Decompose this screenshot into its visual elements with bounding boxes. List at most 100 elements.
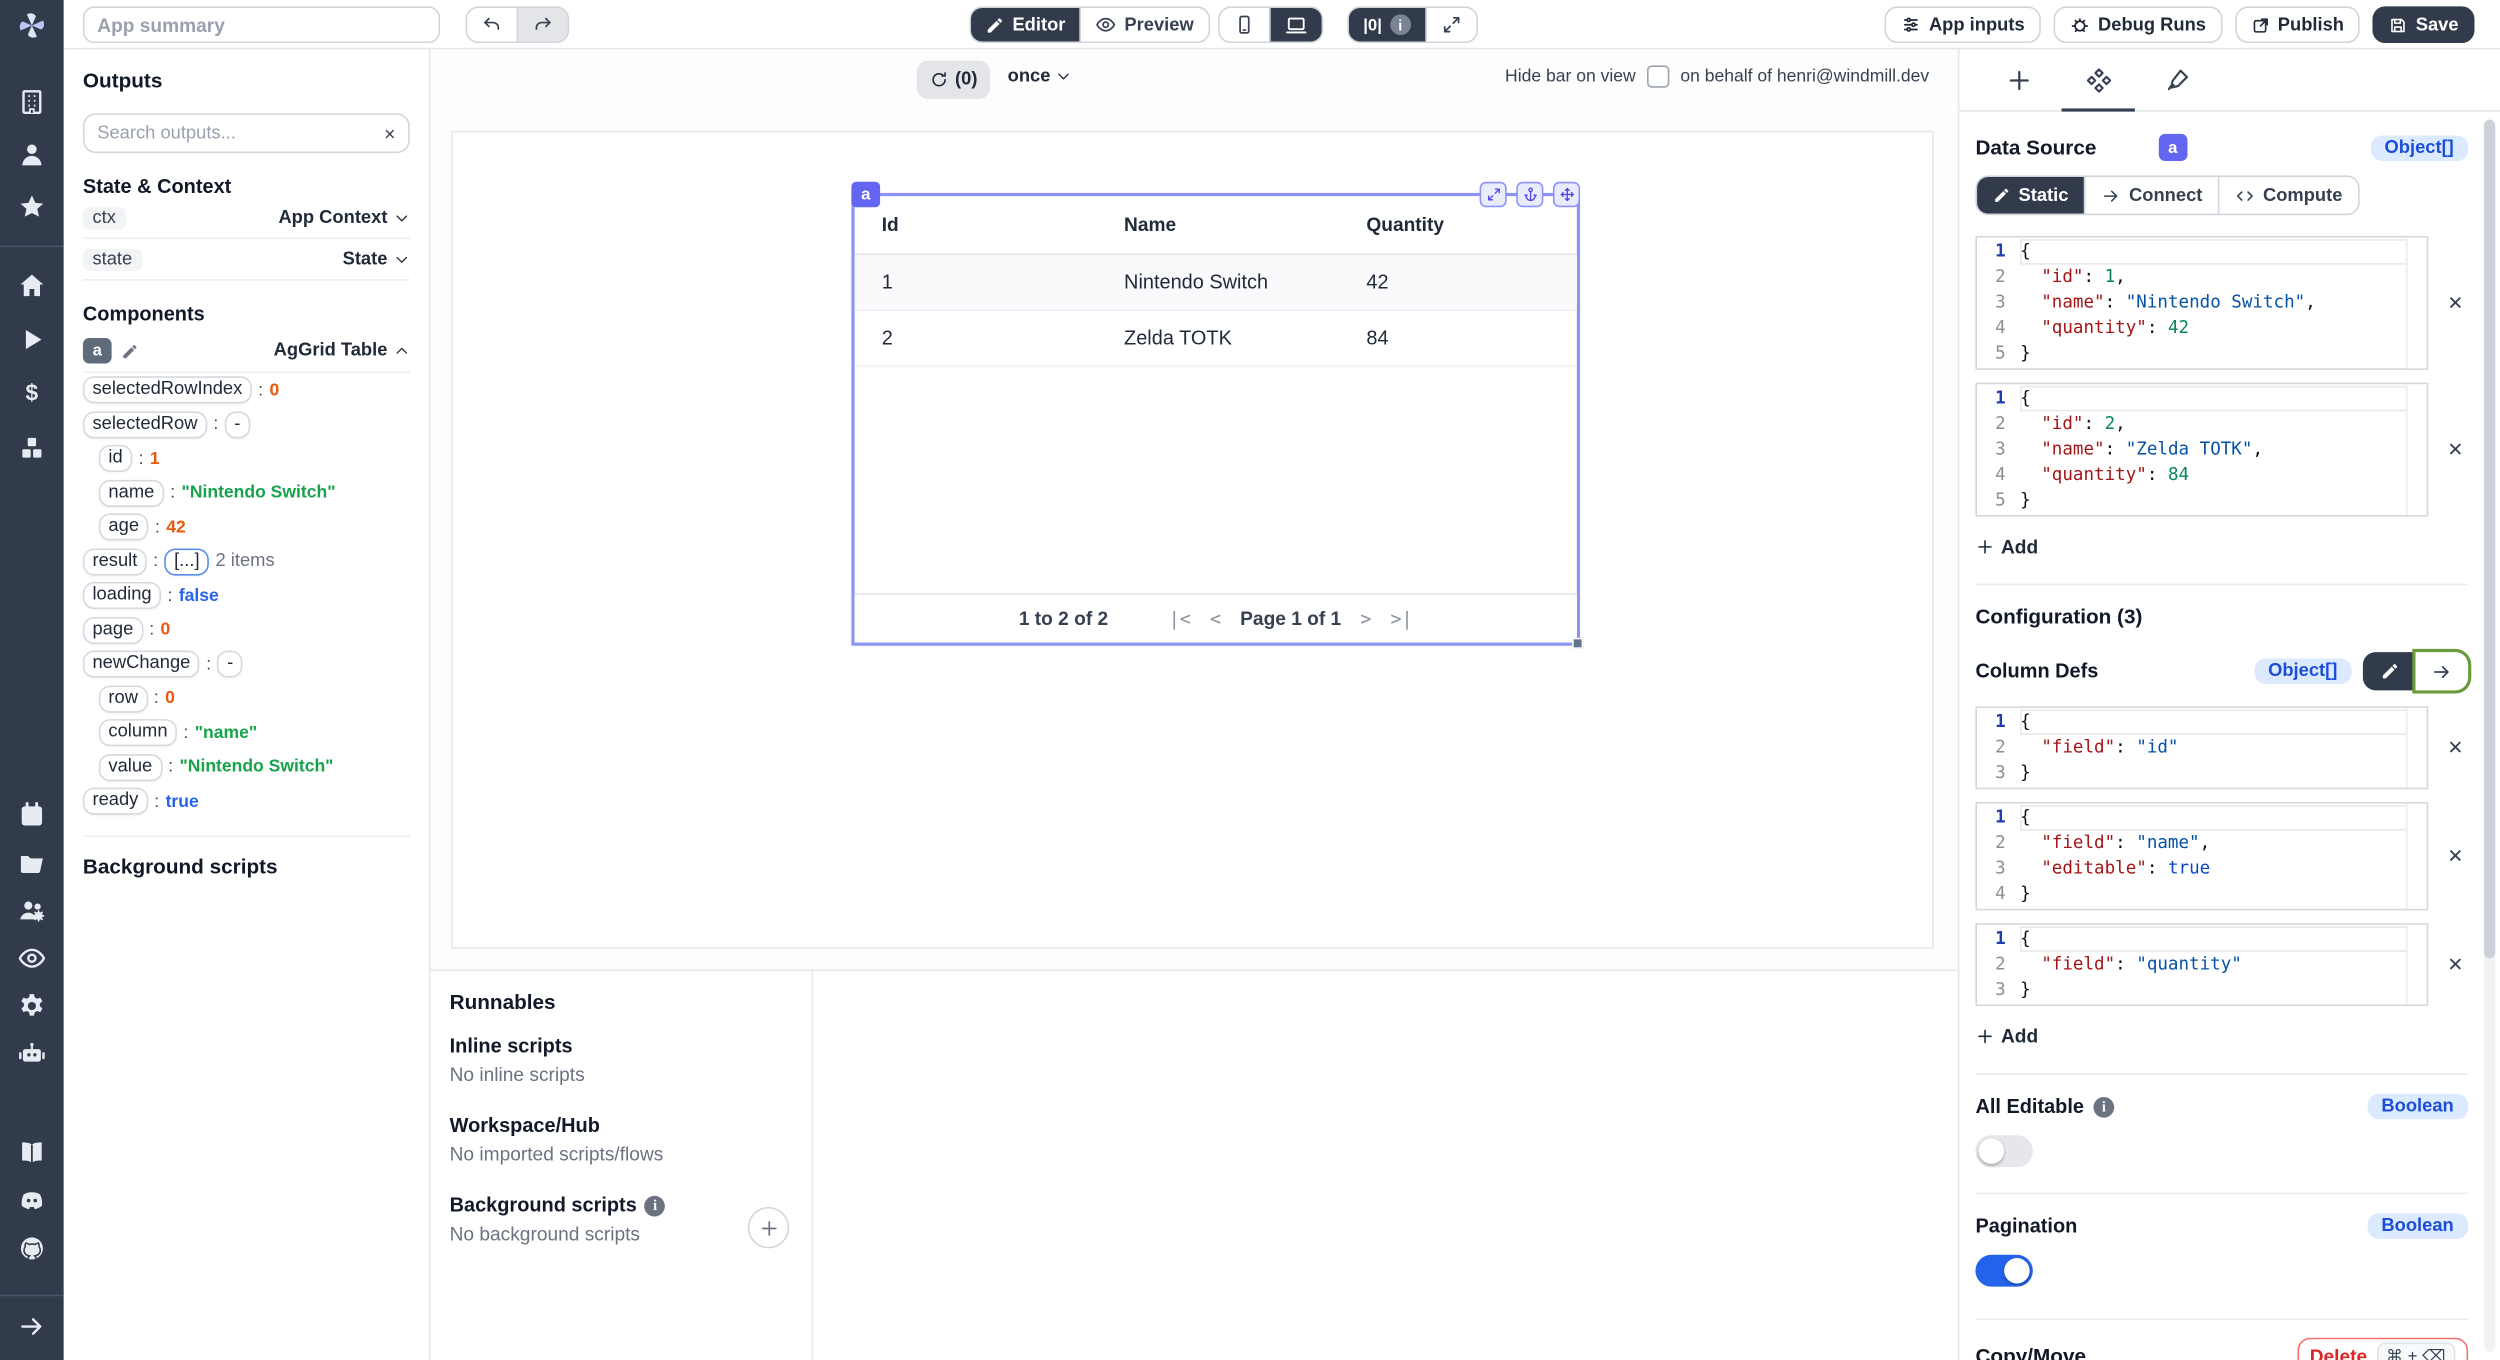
column-def-editor-2[interactable]: 1{2 "field": "name",3 "editable": true4} (1975, 802, 2428, 910)
delete-row-icon[interactable]: ✕ (2443, 292, 2469, 314)
output-key-pill[interactable]: row (99, 685, 148, 712)
delete-column-def-icon[interactable]: ✕ (2443, 845, 2469, 867)
output-key-pill[interactable]: loading (83, 582, 161, 609)
context-expand-toggle[interactable]: App Context (278, 208, 409, 227)
output-key-pill[interactable]: value (99, 754, 162, 781)
rail-building-icon[interactable] (14, 85, 49, 120)
first-page-button[interactable]: |< (1169, 607, 1191, 629)
editor-tab[interactable]: Editor (971, 8, 1080, 41)
output-key-pill[interactable]: ready (83, 788, 148, 815)
all-editable-toggle[interactable] (1975, 1135, 2032, 1167)
context-expand-toggle[interactable]: State (343, 250, 410, 269)
output-key-pill[interactable]: selectedRow (83, 411, 207, 438)
column-def-editor-1[interactable]: 1{2 "field": "id"3} (1975, 706, 2428, 789)
app-inputs-button[interactable]: App inputs (1884, 6, 2040, 43)
rail-home-icon[interactable] (14, 268, 49, 303)
component-id-badge[interactable]: a (83, 338, 112, 364)
add-column-def-button[interactable]: Add (1975, 1025, 2038, 1047)
delete-column-def-icon[interactable]: ✕ (2443, 953, 2469, 975)
rail-github-icon[interactable] (14, 1231, 49, 1266)
trigger-mode-dropdown[interactable]: once (1008, 67, 1072, 86)
column-def-editor-3[interactable]: 1{2 "field": "quantity"3} (1975, 923, 2428, 1006)
save-button[interactable]: Save (2373, 6, 2475, 43)
hide-bar-checkbox[interactable] (1647, 65, 1669, 87)
compute-tab[interactable]: Compute (2218, 177, 2358, 214)
output-entry: loading:false (83, 579, 410, 613)
theme-tab[interactable] (2138, 49, 2218, 110)
output-value-pill[interactable]: - (225, 411, 250, 438)
add-background-script-button[interactable] (748, 1207, 789, 1248)
last-page-button[interactable]: >| (1391, 607, 1413, 629)
aggrid-table-component[interactable]: a IdNameQuantity 1Nintendo Switch422Zeld… (851, 193, 1580, 646)
output-key-pill[interactable]: age (99, 514, 149, 541)
pagination-toggle[interactable] (1975, 1255, 2032, 1287)
table-column-header[interactable]: Quantity (1366, 214, 1576, 236)
width-indicator-button[interactable]: |0|i (1349, 8, 1425, 41)
clear-search-icon[interactable]: × (384, 122, 395, 144)
object-array-badge: Object[] (2254, 658, 2352, 684)
output-key-pill[interactable]: id (99, 445, 132, 472)
next-page-button[interactable]: > (1360, 607, 1371, 629)
table-row[interactable]: 2Zelda TOTK84 (855, 311, 1577, 367)
preview-tab[interactable]: Preview (1080, 8, 1208, 41)
component-settings-tab[interactable] (2058, 49, 2138, 110)
rail-star-icon[interactable] (14, 190, 49, 225)
publish-button[interactable]: Publish (2235, 6, 2360, 43)
output-key-pill[interactable]: selectedRowIndex (83, 377, 252, 404)
add-row-button[interactable]: Add (1975, 536, 2038, 558)
rail-robot-icon[interactable] (14, 1036, 49, 1071)
delete-column-def-icon[interactable]: ✕ (2443, 737, 2469, 759)
rail-dollar-icon[interactable]: $ (14, 376, 49, 411)
edit-mode-button[interactable] (2363, 652, 2416, 690)
expand-component-button[interactable] (1480, 182, 1507, 208)
delete-row-icon[interactable]: ✕ (2443, 438, 2469, 460)
insert-component-tab[interactable] (1979, 49, 2059, 110)
rail-cubes-icon[interactable] (14, 430, 49, 465)
connect-tab[interactable]: Connect (2084, 177, 2218, 214)
prev-page-button[interactable]: < (1210, 607, 1221, 629)
table-row[interactable]: 1Nintendo Switch42 (855, 255, 1577, 311)
edit-component-id-icon[interactable] (121, 342, 139, 360)
resize-handle[interactable] (1572, 638, 1583, 649)
component-badge[interactable]: a (851, 182, 880, 208)
mobile-view-button[interactable] (1220, 8, 1269, 41)
move-component-button[interactable] (1553, 182, 1580, 208)
canvas-surface[interactable]: a IdNameQuantity 1Nintendo Switch422Zeld… (451, 131, 1934, 949)
json-editor-row-2[interactable]: 1{2 "id": 2,3 "name": "Zelda TOTK",4 "qu… (1975, 383, 2428, 517)
refresh-button[interactable]: (0) (917, 61, 990, 99)
output-key-pill[interactable]: name (99, 480, 164, 507)
rail-user-group-icon[interactable] (14, 893, 49, 928)
anchor-component-button[interactable] (1516, 182, 1543, 208)
fullscreen-button[interactable] (1425, 8, 1476, 41)
output-key-pill[interactable]: result (83, 548, 147, 575)
redo-button[interactable] (517, 8, 568, 41)
output-key-pill[interactable]: page (83, 617, 143, 644)
delete-component-button[interactable]: Delete ⌘ + ⌫ (2297, 1338, 2468, 1360)
static-tab[interactable]: Static (1977, 177, 2084, 214)
rail-settings-icon[interactable] (14, 989, 49, 1024)
panel-scrollbar[interactable] (2484, 120, 2495, 1352)
rail-discord-icon[interactable] (14, 1183, 49, 1218)
rail-eye-icon[interactable] (14, 941, 49, 976)
rail-calendar-icon[interactable] (14, 797, 49, 832)
rail-arrow-right-icon[interactable] (14, 1309, 49, 1344)
output-key-pill[interactable]: newChange (83, 651, 200, 678)
output-value-pill[interactable]: - (218, 651, 243, 678)
desktop-view-button[interactable] (1269, 8, 1322, 41)
debug-runs-button[interactable]: Debug Runs (2053, 6, 2222, 43)
output-key-pill[interactable]: column (99, 719, 177, 746)
connect-mode-button[interactable] (2416, 652, 2469, 690)
app-summary-input[interactable] (83, 6, 440, 43)
rail-user-icon[interactable] (14, 137, 49, 172)
json-editor-row-1[interactable]: 1{2 "id": 1,3 "name": "Nintendo Switch",… (1975, 236, 2428, 370)
windmill-logo-icon[interactable] (0, 0, 64, 49)
rail-play-icon[interactable] (14, 322, 49, 357)
rail-book-icon[interactable] (14, 1135, 49, 1170)
table-column-header[interactable]: Id (882, 214, 1124, 236)
output-array-pill[interactable]: [...] (165, 548, 210, 575)
undo-button[interactable] (467, 8, 516, 41)
component-type-toggle[interactable]: AgGrid Table (274, 341, 410, 360)
table-column-header[interactable]: Name (1124, 214, 1366, 236)
rail-folder-icon[interactable] (14, 845, 49, 880)
search-outputs-input[interactable] (97, 124, 374, 143)
